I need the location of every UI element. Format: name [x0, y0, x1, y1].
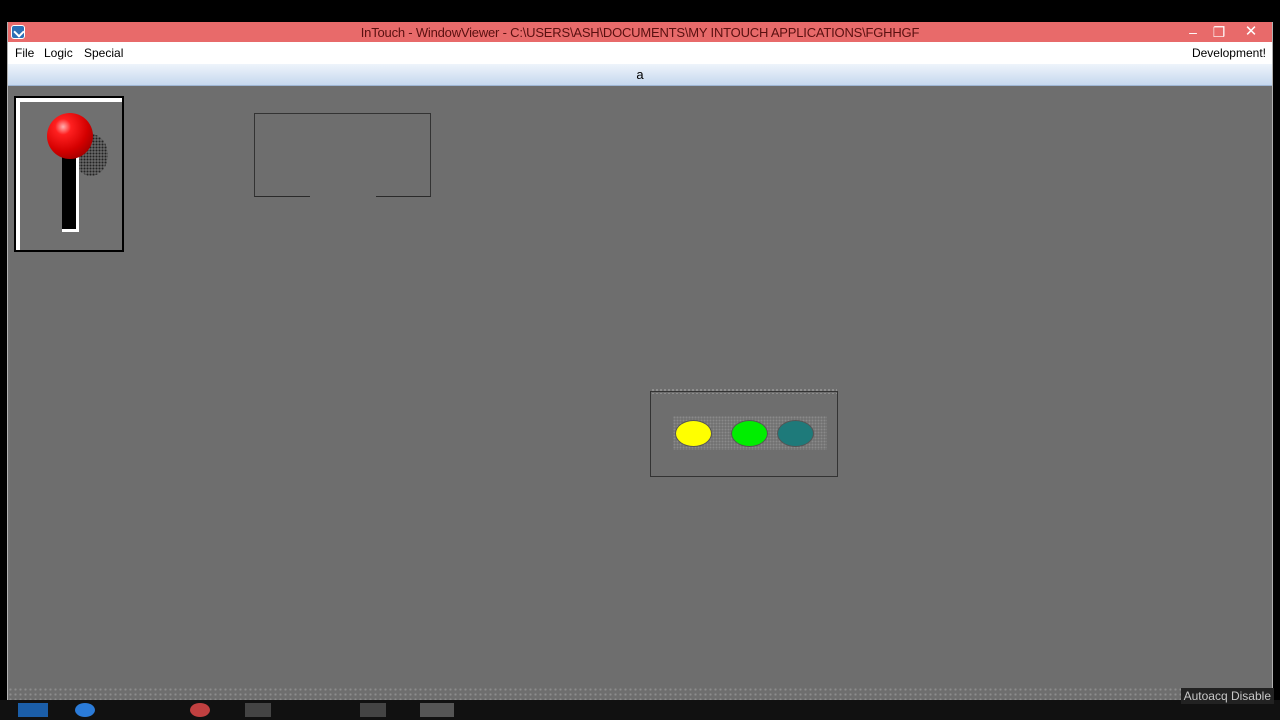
- menu-development[interactable]: Development!: [1192, 46, 1266, 60]
- restore-button[interactable]: ❐: [1206, 22, 1232, 42]
- taskbar: [0, 700, 1280, 720]
- browser-icon[interactable]: [75, 703, 95, 717]
- window-title: InTouch - WindowViewer - C:\USERS\ASH\DO…: [360, 25, 920, 40]
- close-button[interactable]: ✕: [1238, 22, 1264, 42]
- yellow-light[interactable]: [675, 420, 712, 447]
- minimize-button[interactable]: –: [1180, 22, 1206, 42]
- intouch-taskbar-icon[interactable]: [420, 703, 454, 717]
- title-bar[interactable]: InTouch - WindowViewer - C:\USERS\ASH\DO…: [8, 22, 1272, 42]
- indicator-lights-panel: [650, 388, 838, 477]
- teal-light[interactable]: [777, 420, 814, 447]
- panel-dotted-edge: [651, 388, 837, 394]
- window-caption-bar: a: [8, 64, 1272, 86]
- explorer-icon[interactable]: [245, 703, 271, 717]
- menu-bar: File Logic Special Development!: [8, 42, 1272, 64]
- start-icon[interactable]: [18, 703, 48, 717]
- app-icon[interactable]: [190, 703, 210, 717]
- windowviewer-window: InTouch - WindowViewer - C:\USERS\ASH\DO…: [7, 22, 1273, 700]
- menu-file[interactable]: File: [15, 46, 34, 60]
- menu-special[interactable]: Special: [84, 46, 123, 60]
- empty-frame: [254, 113, 431, 198]
- bottom-dotted-strip: [8, 687, 1272, 700]
- frame-gap: [310, 195, 376, 198]
- green-light[interactable]: [731, 420, 768, 447]
- status-text: Autoacq Disable: [1180, 688, 1274, 704]
- lever-switch[interactable]: [14, 96, 124, 252]
- lever-knob-icon[interactable]: [47, 113, 93, 159]
- hmi-canvas: [8, 87, 1272, 692]
- menu-logic[interactable]: Logic: [44, 46, 73, 60]
- window-icon[interactable]: [360, 703, 386, 717]
